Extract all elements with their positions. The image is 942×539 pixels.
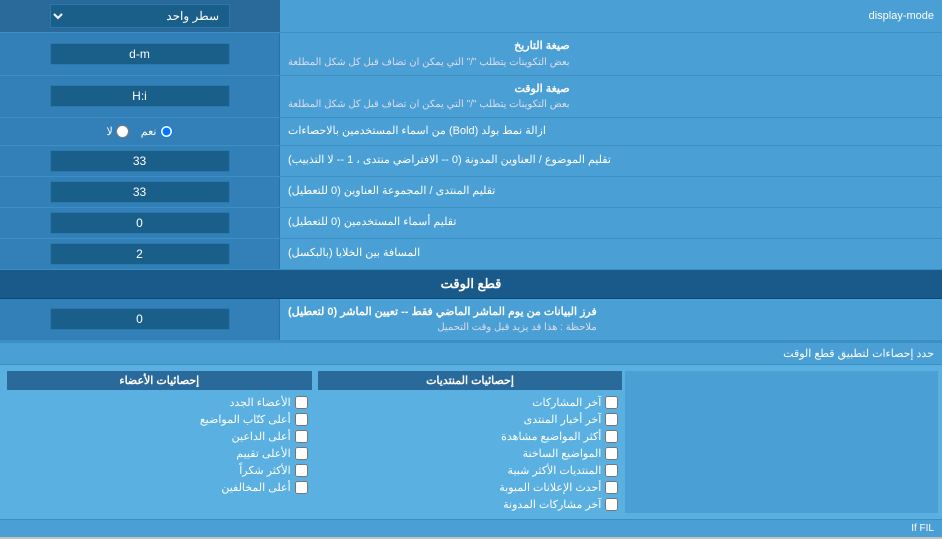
stats-col1-check-4[interactable]	[605, 464, 618, 477]
stats-col1-text-6: آخر مشاركات المدونة	[503, 498, 601, 511]
cell-spacing-label: المسافة بين الخلايا (بالبكسل)	[280, 239, 942, 269]
bold-no-label[interactable]: لا	[107, 125, 129, 138]
bottom-note: If FIL	[0, 519, 942, 537]
forum-title-label: تقليم المنتدى / المجموعة العناوين (0 للت…	[280, 177, 942, 207]
bold-remove-label: ازالة نمط بولد (Bold) من اسماء المستخدمي…	[280, 118, 942, 145]
username-trim-input[interactable]	[50, 212, 230, 234]
stats-col2: إحصائيات الأعضاء الأعضاء الجدد أعلى كتّا…	[7, 371, 312, 513]
stats-col1-text-1: آخر أخبار المنتدى	[524, 413, 602, 426]
date-format-label: صيغة التاريخ بعض التكوينات يتطلب "/" الت…	[280, 33, 942, 75]
realtime-filter-control	[0, 299, 280, 341]
realtime-filter-subtitle: ملاحظة : هذا قد يزيد قبل وقت التحميل	[288, 320, 597, 335]
stats-col1: إحصائيات المنتديات آخر المشاركات آخر أخب…	[318, 371, 623, 513]
stats-col1-item-6: آخر مشاركات المدونة	[318, 496, 623, 513]
bold-no-text: لا	[107, 125, 113, 138]
stats-col2-text-5: أعلى المخالفين	[221, 481, 290, 494]
stats-col2-check-5[interactable]	[295, 481, 308, 494]
realtime-filter-input[interactable]	[50, 308, 230, 330]
stats-col2-check-0[interactable]	[295, 396, 308, 409]
username-trim-label: تقليم أسماء المستخدمين (0 للتعطيل)	[280, 208, 942, 238]
stats-col2-text-1: أعلى كتّاب المواضيع	[200, 413, 291, 426]
forum-title-control	[0, 177, 280, 207]
stats-col1-item-1: آخر أخبار المنتدى	[318, 411, 623, 428]
stats-col2-check-2[interactable]	[295, 430, 308, 443]
time-format-subtitle: بعض التكوينات يتطلب "/" التي يمكن ان تضا…	[288, 97, 570, 112]
forum-title-input[interactable]	[50, 181, 230, 203]
stats-col1-check-2[interactable]	[605, 430, 618, 443]
date-format-input[interactable]	[50, 43, 230, 65]
stats-col1-header: إحصائيات المنتديات	[318, 371, 623, 390]
topic-title-control	[0, 146, 280, 176]
realtime-filter-label: فرز البيانات من يوم الماشر الماضي فقط --…	[280, 299, 942, 341]
stats-apply-label: حدد إحصاءات لتطبيق قطع الوقت	[8, 347, 934, 360]
stats-col2-check-1[interactable]	[295, 413, 308, 426]
topic-title-input[interactable]	[50, 150, 230, 172]
stats-col1-check-0[interactable]	[605, 396, 618, 409]
bold-no-radio[interactable]	[116, 125, 129, 138]
stats-col1-check-3[interactable]	[605, 447, 618, 460]
stats-col2-check-4[interactable]	[295, 464, 308, 477]
stats-col2-item-1: أعلى كتّاب المواضيع	[7, 411, 312, 428]
stats-col1-item-0: آخر المشاركات	[318, 394, 623, 411]
realtime-filter-title: فرز البيانات من يوم الماشر الماضي فقط --…	[288, 304, 597, 321]
stats-col1-check-5[interactable]	[605, 481, 618, 494]
realtime-section-header: قطع الوقت	[0, 270, 942, 299]
bold-yes-radio[interactable]	[160, 125, 173, 138]
date-format-control	[0, 33, 280, 75]
time-format-control	[0, 76, 280, 118]
time-format-title: صيغة الوقت	[288, 81, 570, 98]
stats-col2-item-4: الأكثر شكراً	[7, 462, 312, 479]
display-label: display-mode	[280, 5, 942, 27]
bold-radio-group: نعم لا	[107, 125, 173, 138]
stats-col2-item-0: الأعضاء الجدد	[7, 394, 312, 411]
display-mode-select[interactable]: سطر واحد	[50, 4, 230, 28]
time-format-label: صيغة الوقت بعض التكوينات يتطلب "/" التي …	[280, 76, 942, 118]
stats-col1-check-1[interactable]	[605, 413, 618, 426]
stats-col1-text-3: المواضيع الساخنة	[523, 447, 602, 460]
stats-col2-check-3[interactable]	[295, 447, 308, 460]
date-format-subtitle: بعض التكوينات يتطلب "/" التي يمكن ان تضا…	[288, 55, 570, 70]
stats-col1-item-4: المنتديات الأكثر شبية	[318, 462, 623, 479]
stats-col1-check-6[interactable]	[605, 498, 618, 511]
stats-right-area	[625, 371, 938, 513]
stats-col2-text-3: الأعلى تقييم	[236, 447, 290, 460]
stats-col1-item-5: أحدث الإعلانات المبوبة	[318, 479, 623, 496]
username-trim-control	[0, 208, 280, 238]
topic-title-label: تقليم الموضوع / العناوين المدونة (0 -- ا…	[280, 146, 942, 176]
cell-spacing-control	[0, 239, 280, 269]
stats-col1-text-2: أكثر المواضيع مشاهدة	[501, 430, 601, 443]
stats-col2-text-0: الأعضاء الجدد	[229, 396, 290, 409]
stats-col2-header: إحصائيات الأعضاء	[7, 371, 312, 390]
bold-yes-text: نعم	[141, 125, 157, 138]
bold-yes-label[interactable]: نعم	[141, 125, 173, 138]
stats-col1-item-3: المواضيع الساخنة	[318, 445, 623, 462]
stats-col1-item-2: أكثر المواضيع مشاهدة	[318, 428, 623, 445]
stats-col2-text-2: أعلى الداعين	[232, 430, 291, 443]
display-mode-control: سطر واحد	[0, 0, 280, 32]
date-format-title: صيغة التاريخ	[288, 38, 570, 55]
stats-col2-item-3: الأعلى تقييم	[7, 445, 312, 462]
stats-col1-text-4: المنتديات الأكثر شبية	[508, 464, 602, 477]
stats-col1-text-5: أحدث الإعلانات المبوبة	[499, 481, 601, 494]
stats-col2-item-5: أعلى المخالفين	[7, 479, 312, 496]
stats-col2-text-4: الأكثر شكراً	[239, 464, 290, 477]
cell-spacing-input[interactable]	[50, 243, 230, 265]
time-format-input[interactable]	[50, 85, 230, 107]
stats-col1-text-0: آخر المشاركات	[532, 396, 601, 409]
stats-section: حدد إحصاءات لتطبيق قطع الوقت إحصائيات ال…	[0, 341, 942, 537]
bold-remove-control: نعم لا	[0, 118, 280, 145]
stats-col2-item-2: أعلى الداعين	[7, 428, 312, 445]
